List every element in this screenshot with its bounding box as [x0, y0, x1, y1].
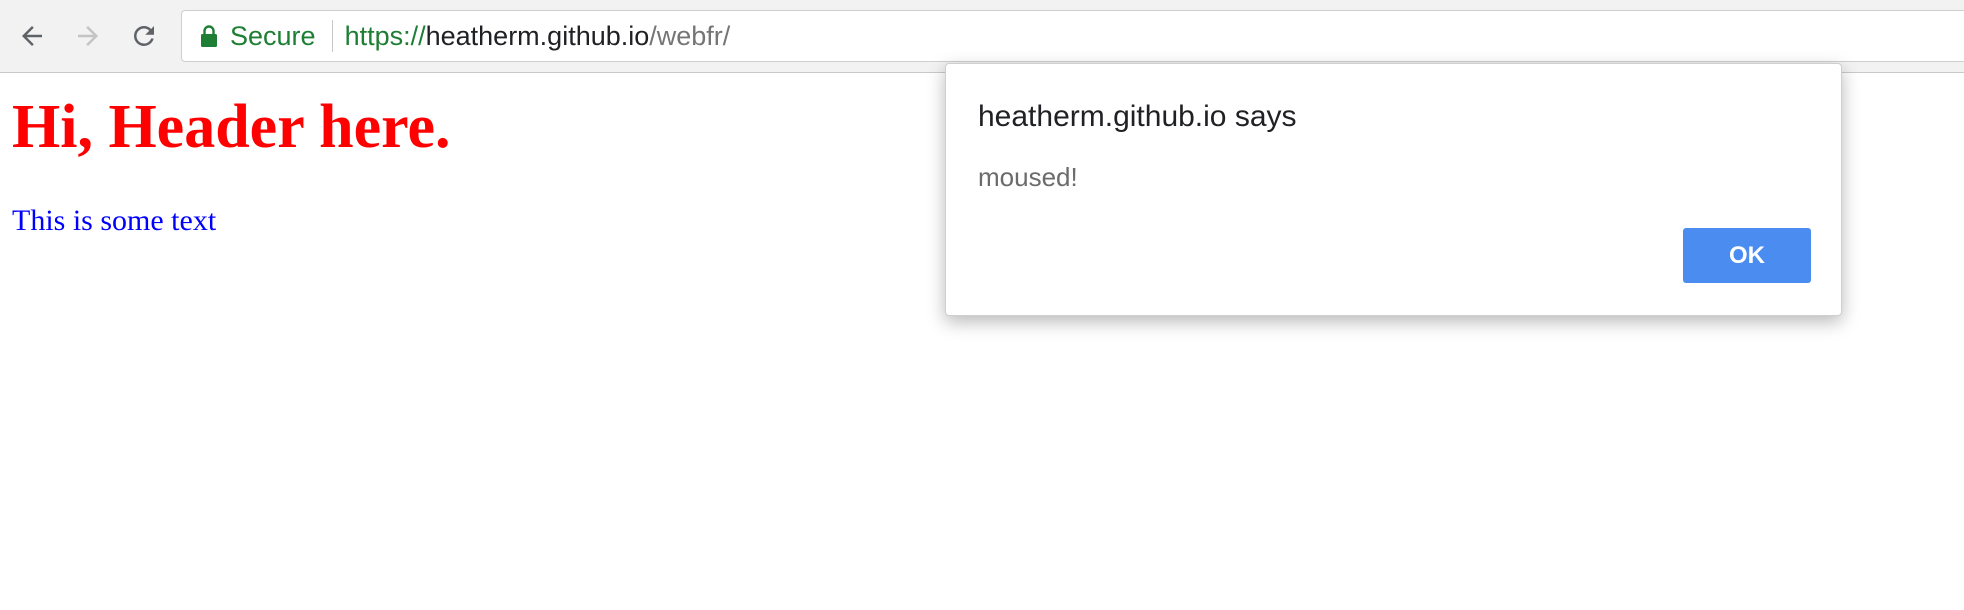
alert-message: moused! [978, 162, 1078, 192]
omnibox-divider [331, 20, 333, 52]
back-button[interactable] [12, 16, 52, 56]
reload-icon [134, 25, 154, 46]
reload-button[interactable] [124, 16, 164, 56]
arrow-left-icon [22, 26, 42, 46]
url-host: heatherm.github.io [425, 20, 650, 51]
alert-title: heatherm.github.io says [978, 100, 1297, 133]
address-bar[interactable]: Secure https://heatherm.github.io/webfr/ [181, 10, 1964, 62]
ok-button[interactable]: OK [1683, 228, 1811, 283]
url-scheme: https:// [344, 20, 426, 51]
url-path: /webfr/ [649, 20, 731, 51]
page-text: This is some text [12, 204, 217, 237]
secure-label[interactable]: Secure [230, 21, 316, 52]
page-header: Hi, Header here. [12, 93, 451, 161]
alert-dialog: heatherm.github.io says moused! OK [945, 63, 1842, 316]
url-text[interactable]: https://heatherm.github.io/webfr/ [345, 21, 731, 52]
lock-icon [200, 24, 218, 48]
forward-button[interactable] [68, 16, 108, 56]
arrow-right-icon [78, 26, 98, 46]
